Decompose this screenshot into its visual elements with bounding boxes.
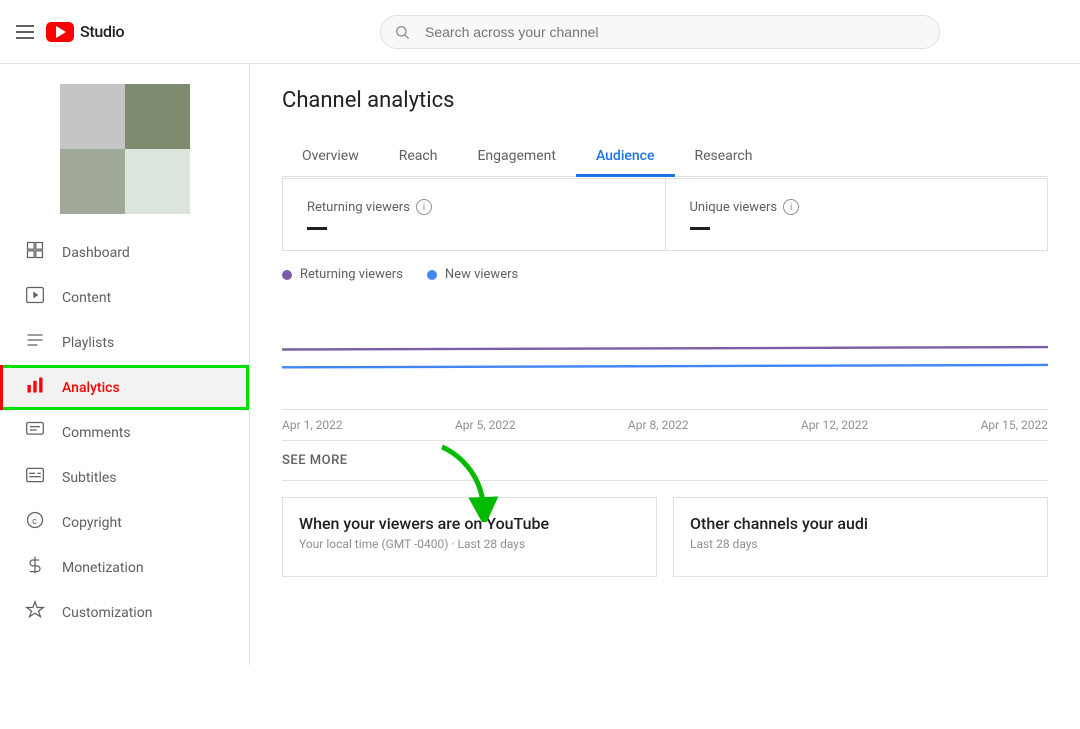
sidebar-item-content[interactable]: Content [0,275,249,320]
playlists-icon [24,330,46,355]
subtitles-icon [24,465,46,490]
metric-unique-value [690,227,1024,230]
analytics-icon [24,375,46,400]
art-quadrant-4 [125,149,190,214]
tab-engagement[interactable]: Engagement [457,138,575,177]
sidebar-dashboard-label: Dashboard [62,245,130,261]
metric-returning-value [307,227,641,230]
svg-text:c: c [32,516,37,526]
content-icon [24,285,46,310]
card-other-title: Other channels your audi [690,514,1031,533]
analytics-content: Returning viewers i Unique viewers i [282,178,1048,577]
art-quadrant-3 [60,149,125,214]
metric-unique-label: Unique viewers i [690,199,1024,215]
sidebar-customization-label: Customization [62,605,152,621]
metric-returning-label: Returning viewers i [307,199,641,215]
copyright-icon: c [24,510,46,535]
sidebar-item-analytics[interactable]: Analytics [0,365,249,410]
date-label-3: Apr 8, 2022 [628,418,689,432]
legend-dot-new [427,270,437,280]
card-other-channels: Other channels your audi Last 28 days [673,497,1048,577]
sidebar-content-label: Content [62,290,111,306]
monetization-icon [24,555,46,580]
legend-dot-returning [282,270,292,280]
sidebar-comments-label: Comments [62,425,131,441]
search-icon [394,24,410,40]
metric-unique-viewers: Unique viewers i [666,179,1048,250]
analytics-tabs: Overview Reach Engagement Audience Resea… [282,137,1048,177]
sidebar-item-playlists[interactable]: Playlists [0,320,249,365]
sidebar-subtitles-label: Subtitles [62,470,117,486]
sidebar-item-monetization[interactable]: Monetization [0,545,249,590]
metrics-row: Returning viewers i Unique viewers i [282,178,1048,251]
see-more-button[interactable]: SEE MORE [282,441,1048,481]
legend-returning: Returning viewers [282,267,403,282]
youtube-icon [46,22,74,42]
logo-text: Studio [80,22,124,41]
art-quadrant-2 [125,84,190,149]
sidebar-analytics-label: Analytics [62,380,120,396]
sidebar-item-comments[interactable]: Comments [0,410,249,455]
chart-legend: Returning viewers New viewers [282,251,1048,290]
search-bar [380,15,940,49]
page-title: Channel analytics [282,88,1048,113]
tab-audience[interactable]: Audience [576,138,675,177]
date-label-1: Apr 1, 2022 [282,418,343,432]
date-label-2: Apr 5, 2022 [455,418,516,432]
art-quadrant-1 [60,84,125,149]
returning-dash [307,227,327,230]
sidebar: Dashboard Content Playlists [0,64,250,665]
main-content: Channel analytics Overview Reach Engagem… [250,64,1080,665]
date-label-5: Apr 15, 2022 [981,418,1048,432]
comments-icon [24,420,46,445]
audience-chart [282,290,1048,410]
logo: Studio [46,22,124,42]
menu-button[interactable] [16,25,34,39]
tab-research[interactable]: Research [675,138,773,177]
layout: Dashboard Content Playlists [0,64,1080,665]
card-other-subtitle: Last 28 days [690,537,1031,551]
metric-returning-viewers: Returning viewers i [283,179,666,250]
header: Studio [0,0,1080,64]
sidebar-playlists-label: Playlists [62,335,114,351]
customization-icon [24,600,46,625]
date-label-4: Apr 12, 2022 [801,418,868,432]
unique-info-icon[interactable]: i [783,199,799,215]
chart-svg [282,290,1048,409]
legend-new: New viewers [427,267,518,282]
sidebar-item-customization[interactable]: Customization [0,590,249,635]
dashboard-icon [24,240,46,265]
sidebar-monetization-label: Monetization [62,560,144,576]
channel-thumbnail [60,84,190,214]
tab-overview[interactable]: Overview [282,138,379,177]
sidebar-copyright-label: Copyright [62,515,122,531]
sidebar-item-subtitles[interactable]: Subtitles [0,455,249,500]
sidebar-item-copyright[interactable]: c Copyright [0,500,249,545]
card-viewers-subtitle: Your local time (GMT -0400) · Last 28 da… [299,537,640,551]
sidebar-item-dashboard[interactable]: Dashboard [0,230,249,275]
bottom-cards: When your viewers are on YouTube Your lo… [282,497,1048,577]
header-left: Studio [16,22,256,42]
channel-art [0,64,249,230]
search-input[interactable] [380,15,940,49]
returning-info-icon[interactable]: i [416,199,432,215]
date-labels: Apr 1, 2022 Apr 5, 2022 Apr 8, 2022 Apr … [282,410,1048,441]
green-arrow-icon [422,442,502,522]
tab-reach[interactable]: Reach [379,138,458,177]
unique-dash [690,227,710,230]
